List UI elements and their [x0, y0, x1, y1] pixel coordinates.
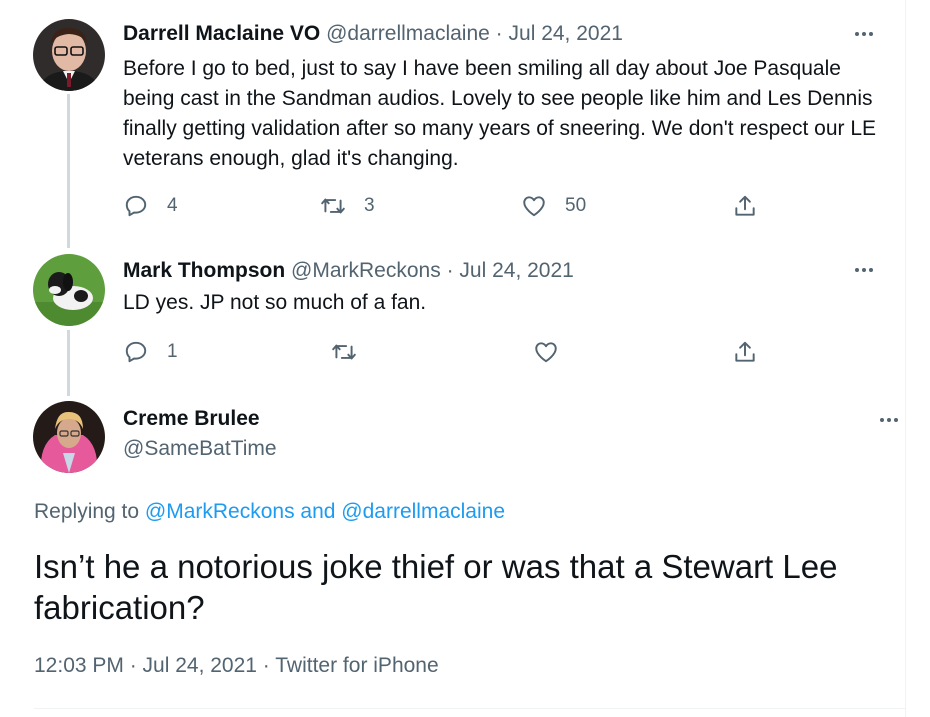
- retweet-button[interactable]: 3: [320, 192, 375, 220]
- like-button[interactable]: [533, 338, 577, 366]
- reply-icon: [125, 341, 147, 363]
- author-name[interactable]: Darrell Maclaine VO: [123, 22, 320, 45]
- heart-icon: [523, 196, 545, 217]
- more-icon[interactable]: [849, 24, 879, 44]
- reply-icon: [125, 195, 147, 217]
- like-count: 50: [565, 195, 587, 216]
- divider: [34, 708, 905, 709]
- author-handle[interactable]: @darrellmaclaine: [326, 22, 490, 45]
- separator: ·: [495, 22, 503, 45]
- retweet-icon: [321, 198, 345, 214]
- tweet-header: Darrell Maclaine VO @darrellmaclaine · J…: [123, 21, 623, 47]
- share-icon: [735, 195, 755, 216]
- retweet-count: 3: [364, 195, 375, 216]
- tweet-timestamp[interactable]: 12:03 PM · Jul 24, 2021 · Twitter for iP…: [34, 654, 439, 678]
- tweet-mark[interactable]: Mark Thompson @MarkReckons · Jul 24, 202…: [0, 248, 905, 394]
- replying-to: Replying to @MarkReckons and @darrellmac…: [34, 500, 505, 524]
- like-button[interactable]: 50: [521, 192, 586, 220]
- tweet-date[interactable]: Jul 24, 2021: [509, 22, 623, 45]
- avatar[interactable]: [33, 19, 105, 91]
- author-name[interactable]: Mark Thompson: [123, 259, 285, 282]
- tweet-actions: 1: [123, 338, 763, 366]
- author-handle[interactable]: @SameBatTime: [123, 437, 277, 461]
- reply-button[interactable]: 4: [123, 192, 178, 220]
- share-button[interactable]: [732, 338, 758, 366]
- author-name[interactable]: Creme Brulee: [123, 407, 260, 431]
- tweet-text: LD yes. JP not so much of a fan.: [123, 291, 427, 314]
- tweet-darrell[interactable]: Darrell Maclaine VO @darrellmaclaine · J…: [0, 0, 905, 240]
- replying-to-links[interactable]: @MarkReckons and @darrellmaclaine: [145, 500, 505, 523]
- focused-tweet-text: Isn’t he a notorious joke thief or was t…: [34, 548, 838, 626]
- separator: ·: [446, 259, 454, 282]
- share-button[interactable]: [732, 192, 758, 220]
- heart-icon: [535, 342, 557, 363]
- replying-prefix: Replying to: [34, 500, 145, 523]
- reply-button[interactable]: 1: [123, 338, 178, 366]
- avatar[interactable]: [33, 401, 105, 473]
- tweet-header: Mark Thompson @MarkReckons · Jul 24, 202…: [123, 258, 574, 284]
- more-icon[interactable]: [874, 410, 904, 430]
- retweet-icon: [332, 344, 356, 360]
- retweet-button[interactable]: [331, 338, 375, 366]
- tweet-actions: 4 3 50: [123, 192, 763, 220]
- share-icon: [735, 341, 755, 362]
- tweet-text: Before I go to bed, just to say I have b…: [123, 57, 877, 170]
- column-border: [905, 0, 906, 717]
- avatar[interactable]: [33, 254, 105, 326]
- reply-count: 4: [167, 195, 178, 216]
- reply-count: 1: [167, 341, 178, 362]
- tweet-date[interactable]: Jul 24, 2021: [459, 259, 573, 282]
- more-icon[interactable]: [849, 260, 879, 280]
- author-handle[interactable]: @MarkReckons: [291, 259, 441, 282]
